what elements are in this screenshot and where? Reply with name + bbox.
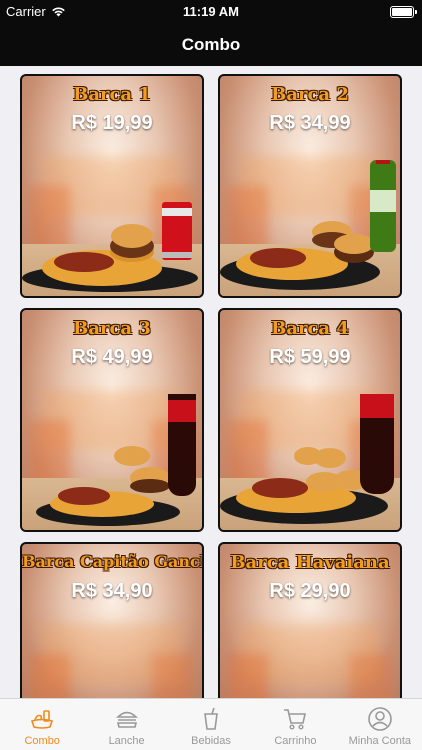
- combo-price: R$ 34,99: [269, 112, 351, 134]
- combo-card-barca-1[interactable]: Barca 1 R$ 19,99: [20, 74, 204, 298]
- tab-label: Lanche: [108, 735, 145, 747]
- drink-icon: [204, 707, 218, 730]
- status-bar: Carrier 11:19 AM: [0, 0, 422, 24]
- burger-icon: [115, 711, 138, 728]
- combo-card-barca-capitao-gancho[interactable]: Barca Capitão Gancho R$ 34,90: [20, 542, 204, 698]
- combo-photo: [22, 202, 198, 292]
- combo-photo: [220, 628, 402, 698]
- combo-name: Barca 1: [73, 84, 151, 105]
- tab-label: Combo: [24, 735, 60, 747]
- combo-icon: [31, 710, 54, 729]
- combo-name: Barca 2: [271, 84, 349, 105]
- combo-name: Barca 4: [271, 318, 349, 339]
- combo-grid[interactable]: Barca 1 R$ 19,99 Barca 2 R$ 34,99 Barca …: [0, 66, 422, 698]
- combo-name: Barca Capitão Gancho: [22, 552, 204, 571]
- combo-card-barca-2[interactable]: Barca 2 R$ 34,99: [218, 74, 402, 298]
- combo-name: Barca 3: [73, 318, 151, 339]
- tab-lanche[interactable]: Lanche: [84, 699, 168, 750]
- tab-bar: Combo Lanche Bebidas Carrinho Minha Cont…: [0, 698, 422, 750]
- page-title: Combo: [181, 35, 241, 54]
- combo-price: R$ 29,90: [269, 580, 351, 602]
- tab-label: Carrinho: [274, 735, 317, 747]
- tab-combo[interactable]: Combo: [0, 699, 84, 750]
- tab-minha-conta[interactable]: Minha Conta: [338, 699, 422, 750]
- combo-name: Barca Havaiana: [230, 552, 390, 573]
- navigation-bar: Combo: [0, 24, 422, 66]
- combo-card-barca-4[interactable]: Barca 4 R$ 59,99: [218, 308, 402, 532]
- cart-icon: [284, 709, 307, 730]
- combo-price: R$ 59,99: [269, 346, 351, 368]
- tab-label: Minha Conta: [348, 735, 412, 747]
- tab-label: Bebidas: [191, 735, 231, 747]
- combo-price: R$ 34,90: [71, 580, 153, 602]
- account-icon: [368, 707, 392, 731]
- battery-icon: [390, 6, 417, 18]
- combo-photo: [220, 394, 394, 524]
- combo-photo: [36, 394, 196, 526]
- status-time: 11:19 AM: [183, 4, 239, 19]
- combo-price: R$ 19,99: [71, 112, 153, 134]
- combo-card-barca-havaiana[interactable]: Barca Havaiana R$ 29,90: [218, 542, 402, 698]
- combo-card-barca-3[interactable]: Barca 3 R$ 49,99: [20, 308, 204, 532]
- combo-price: R$ 49,99: [71, 346, 153, 368]
- combo-photo: [220, 160, 396, 290]
- tab-carrinho[interactable]: Carrinho: [253, 699, 337, 750]
- combo-photo: [22, 628, 204, 698]
- tab-bebidas[interactable]: Bebidas: [169, 699, 253, 750]
